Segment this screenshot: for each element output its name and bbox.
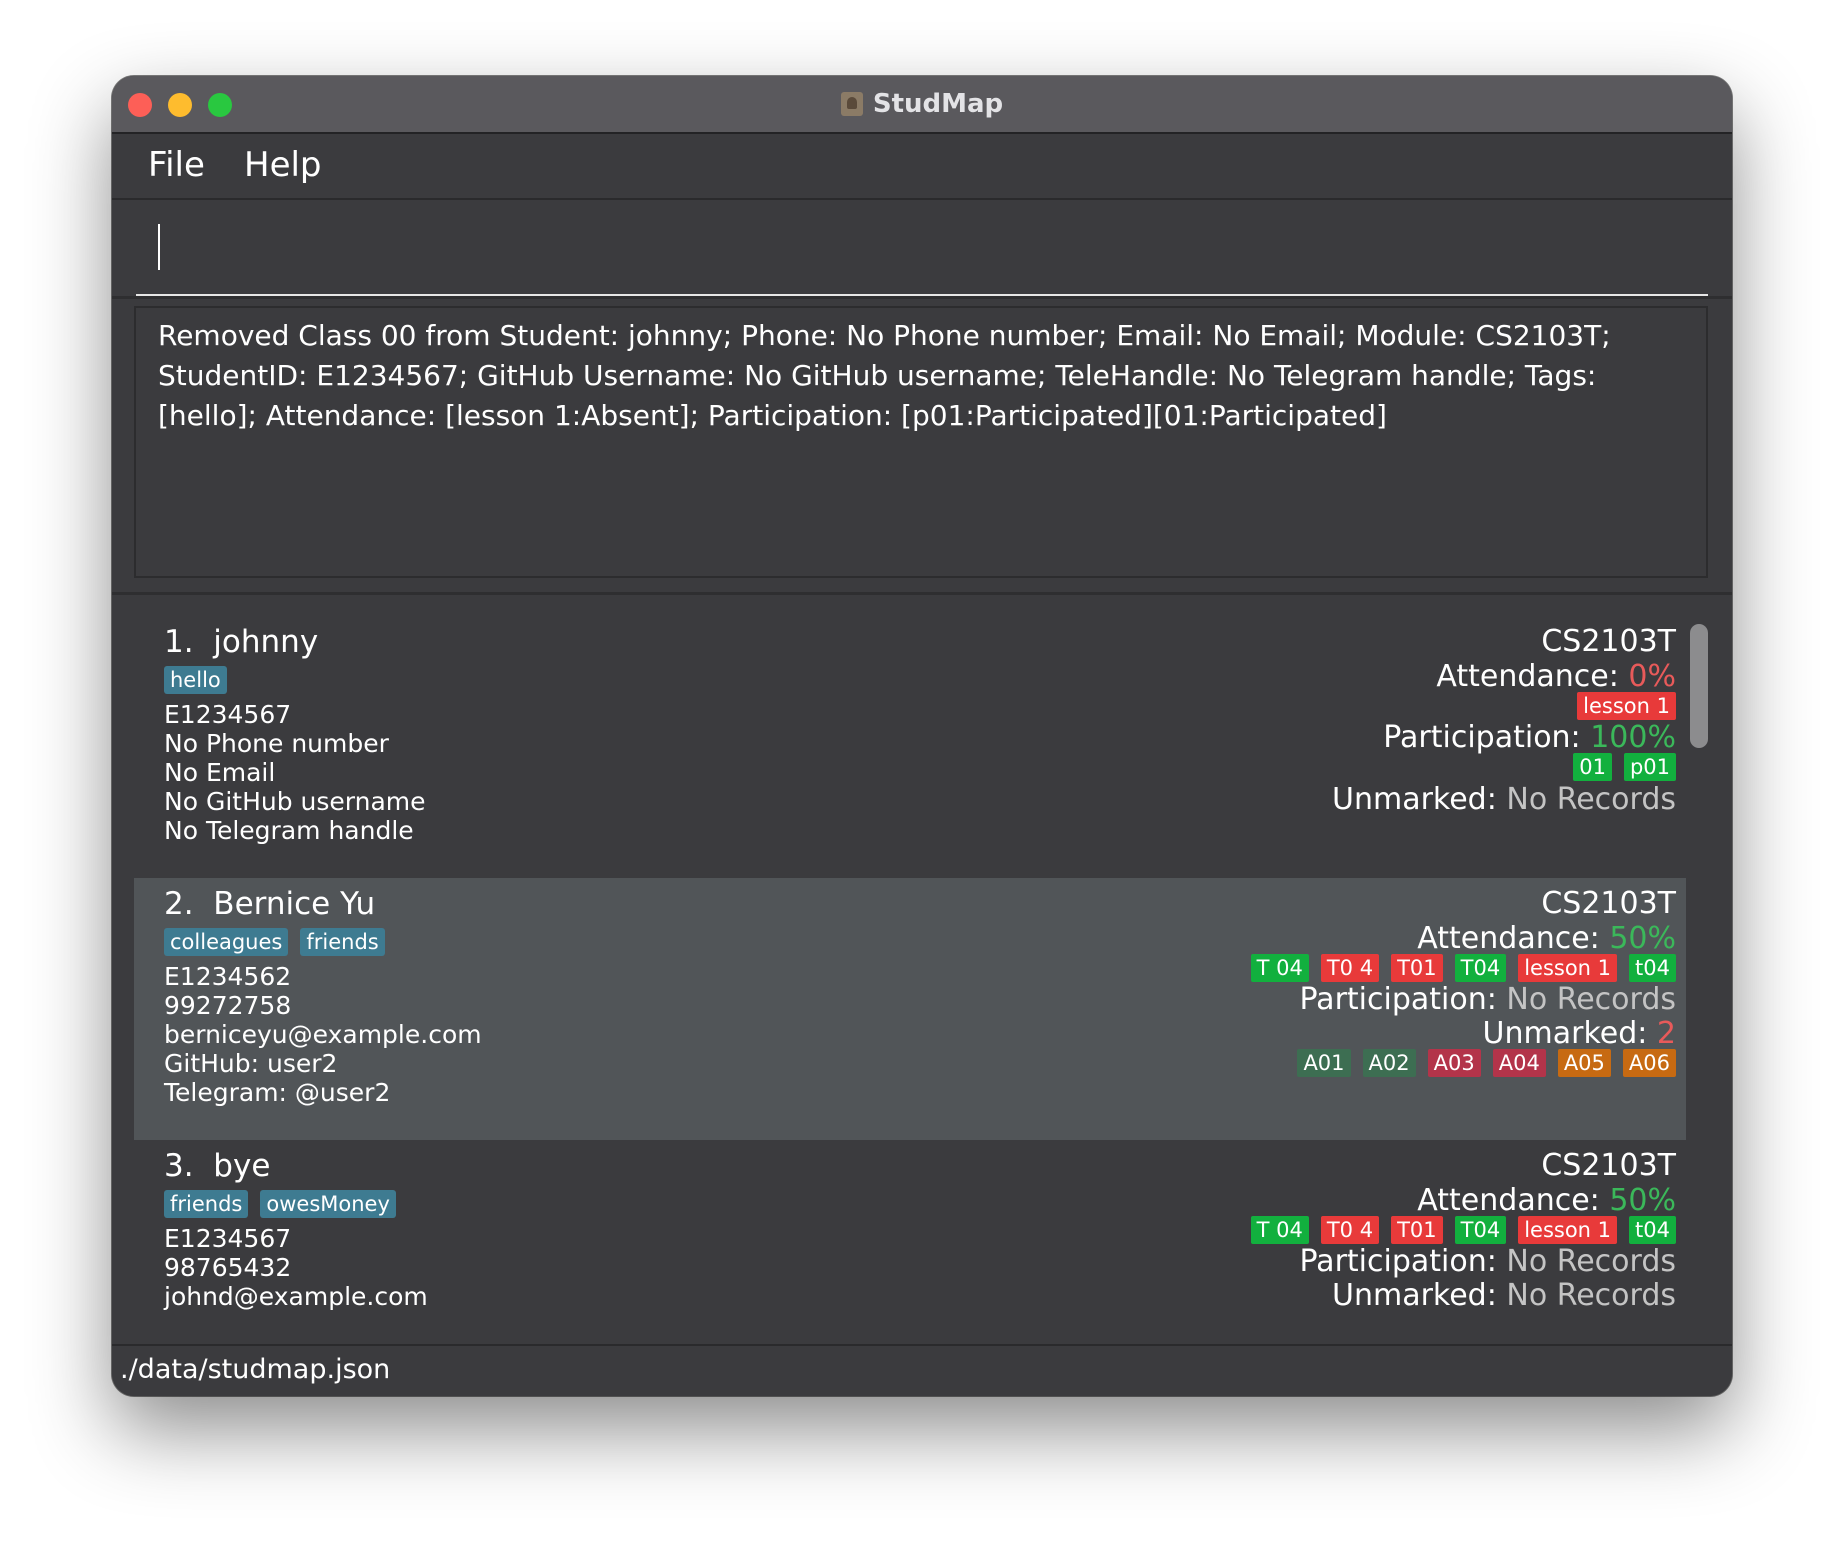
tag: friends [164,1190,249,1218]
student-phone: 98765432 [164,1253,292,1282]
app-window: StudMap File Help Removed Class 00 from … [112,76,1732,1396]
student-phone: 99272758 [164,991,292,1020]
attendance-chip: t04 [1629,1216,1676,1244]
unmarked-chip: A06 [1622,1049,1676,1077]
tag: owesMoney [260,1190,396,1218]
list-scrollbar[interactable] [1690,624,1708,748]
status-bar: ./data/studmap.json [112,1344,1732,1396]
participation-chip: p01 [1623,753,1676,781]
participation-summary: Participation: 100% [1383,720,1676,755]
participation-summary: Participation: No Records [1299,1244,1676,1279]
unmarked-summary: Unmarked: No Records [1332,782,1676,817]
menu-file[interactable]: File [148,145,205,185]
unmarked-chip: A02 [1362,1049,1416,1077]
unmarked-chip: A04 [1492,1049,1546,1077]
attendance-chip: lesson 1 [1518,954,1618,982]
participation-chips: 01 p01 [1573,753,1676,781]
student-telegram: Telegram: @user2 [164,1078,391,1107]
student-email: johnd@example.com [164,1282,428,1311]
data-file-path: ./data/studmap.json [120,1354,391,1385]
attendance-chip: T04 [1454,954,1507,982]
participation-chip: 01 [1573,753,1612,781]
unmarked-summary: Unmarked: No Records [1332,1278,1676,1313]
attendance-chips: T 04 T0 4 T01 T04 lesson 1 t04 [1250,954,1676,982]
menu-bar: File Help [112,134,1732,200]
student-card[interactable]: 1. johnny hello E1234567 No Phone number… [134,616,1686,878]
student-id: E1234567 [164,700,292,729]
participation-summary: Participation: No Records [1299,982,1676,1017]
text-caret [158,224,160,270]
student-github: No GitHub username [164,787,426,816]
student-name: 2. Bernice Yu [164,886,376,922]
unmarked-chip: A01 [1297,1049,1351,1077]
title-bar: StudMap [112,76,1732,134]
student-module: CS2103T [1541,1148,1676,1183]
result-display[interactable]: Removed Class 00 from Student: johnny; P… [134,306,1708,578]
divider [112,592,1732,595]
attendance-chip: lesson 1 [1518,1216,1618,1244]
student-name: 1. johnny [164,624,319,660]
student-id: E1234567 [164,1224,292,1253]
student-module: CS2103T [1541,624,1676,659]
tag-list: hello [164,666,227,694]
student-name: 3. bye [164,1148,271,1184]
tag: hello [164,666,227,694]
unmarked-chip: A03 [1427,1049,1481,1077]
attendance-chip: t04 [1629,954,1676,982]
tag: colleagues [164,928,289,956]
attendance-chip: lesson 1 [1577,692,1676,720]
student-github: GitHub: user2 [164,1049,338,1078]
attendance-chip: T0 4 [1320,954,1380,982]
student-id: E1234562 [164,962,292,991]
menu-help[interactable]: Help [244,145,322,185]
divider [112,296,1732,299]
attendance-chip: T04 [1454,1216,1507,1244]
command-input[interactable] [136,212,1708,296]
attendance-summary: Attendance: 50% [1417,921,1676,956]
student-phone: No Phone number [164,729,389,758]
attendance-chip: T01 [1391,1216,1443,1244]
student-card[interactable]: 2. Bernice Yu colleagues friends E123456… [134,878,1686,1140]
unmarked-chips: A01 A02 A03 A04 A05 A06 [1297,1049,1676,1077]
tag: friends [300,928,385,956]
student-module: CS2103T [1541,886,1676,921]
unmarked-chip: A05 [1557,1049,1611,1077]
result-message: Removed Class 00 from Student: johnny; P… [158,319,1611,432]
attendance-summary: Attendance: 50% [1417,1183,1676,1218]
attendance-chip: T 04 [1250,954,1309,982]
attendance-summary: Attendance: 0% [1436,659,1676,694]
tag-list: colleagues friends [164,928,385,956]
student-list[interactable]: 1. johnny hello E1234567 No Phone number… [134,616,1686,1324]
student-email: berniceyu@example.com [164,1020,482,1049]
student-telegram: No Telegram handle [164,816,414,845]
attendance-chip: T 04 [1250,1216,1309,1244]
attendance-chips: T 04 T0 4 T01 T04 lesson 1 t04 [1250,1216,1676,1244]
attendance-chips: lesson 1 [1577,692,1676,720]
student-card[interactable]: 3. bye friends owesMoney E1234567 987654… [134,1140,1686,1324]
window-title: StudMap [872,89,1004,119]
attendance-chip: T0 4 [1320,1216,1380,1244]
student-email: No Email [164,758,276,787]
app-icon [840,92,863,116]
attendance-chip: T01 [1391,954,1443,982]
unmarked-summary: Unmarked: 2 [1482,1016,1676,1051]
tag-list: friends owesMoney [164,1190,396,1218]
